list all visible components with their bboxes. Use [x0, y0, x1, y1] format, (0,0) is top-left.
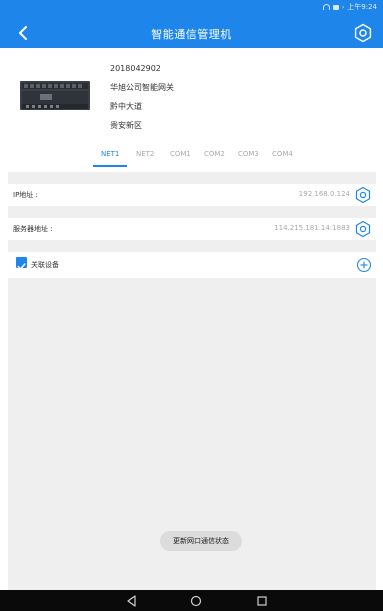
arrow-icon: ›: [341, 3, 345, 11]
server-address-label: 服务器地址 :: [13, 225, 53, 233]
nav-recents-button[interactable]: [254, 593, 270, 607]
page-title: 智能通信管理机: [151, 28, 232, 41]
navigation-bar: [0, 590, 383, 611]
tab-com4[interactable]: COM4: [272, 150, 293, 158]
active-tab-indicator: [93, 165, 127, 167]
gear-icon: [354, 23, 372, 43]
ip-settings-button[interactable]: [354, 186, 372, 204]
status-bar: › 上午9:24: [0, 0, 383, 18]
gear-icon: [355, 186, 371, 204]
server-address-value: 114.215.181.14:1883: [274, 224, 350, 232]
status-time: 上午9:24: [347, 3, 377, 11]
linked-devices-row: 关联设备: [8, 252, 376, 278]
add-device-button[interactable]: [355, 256, 373, 274]
device-gateway-name: 华旭公司智能网关: [110, 83, 174, 92]
square-recents-icon: [257, 596, 267, 606]
battery-icon: [332, 4, 339, 10]
device-card: 2018042902 华旭公司智能网关 黔中大道 贵安新区: [0, 48, 383, 144]
ip-address-label: IP地址 :: [13, 191, 38, 199]
status-icons: › 上午9:24: [322, 2, 377, 12]
nav-back-button[interactable]: [124, 593, 140, 607]
section-divider: [8, 172, 376, 184]
linked-devices-label: 关联设备: [31, 261, 59, 269]
server-address-row: 服务器地址 : 114.215.181.14:1883: [8, 218, 376, 240]
device-image: [20, 81, 90, 110]
tab-com3[interactable]: COM3: [238, 150, 259, 158]
tab-com1[interactable]: COM1: [170, 150, 191, 158]
wifi-icon: [322, 4, 330, 10]
update-network-status-button[interactable]: 更新网口通信状态: [160, 531, 242, 551]
gear-icon: [355, 220, 371, 238]
section-divider: [8, 240, 376, 252]
linked-devices-checkbox[interactable]: [16, 257, 27, 270]
tab-bar: NET1 NET2 COM1 COM2 COM3 COM4: [0, 144, 383, 172]
device-road: 黔中大道: [110, 102, 142, 111]
tab-com2[interactable]: COM2: [204, 150, 225, 158]
plus-circle-icon: [356, 257, 372, 273]
device-district: 贵安新区: [110, 121, 142, 130]
section-divider: [8, 206, 376, 218]
ip-address-row: IP地址 : 192.168.0.124: [8, 184, 376, 206]
triangle-back-icon: [127, 595, 136, 607]
tab-net2[interactable]: NET2: [136, 150, 154, 158]
nav-home-button[interactable]: [188, 593, 204, 607]
circle-home-icon: [190, 595, 202, 607]
linked-devices-list: 更新网口通信状态: [8, 278, 376, 590]
server-settings-button[interactable]: [354, 220, 372, 238]
device-serial: 2018042902: [110, 64, 161, 73]
check-icon: [17, 263, 26, 270]
app-bar: 智能通信管理机: [0, 18, 383, 48]
device-info: 2018042902 华旭公司智能网关 黔中大道 贵安新区: [110, 64, 174, 140]
ip-address-value: 192.168.0.124: [298, 190, 350, 198]
settings-button[interactable]: [353, 23, 373, 43]
tab-net1[interactable]: NET1: [101, 150, 119, 158]
